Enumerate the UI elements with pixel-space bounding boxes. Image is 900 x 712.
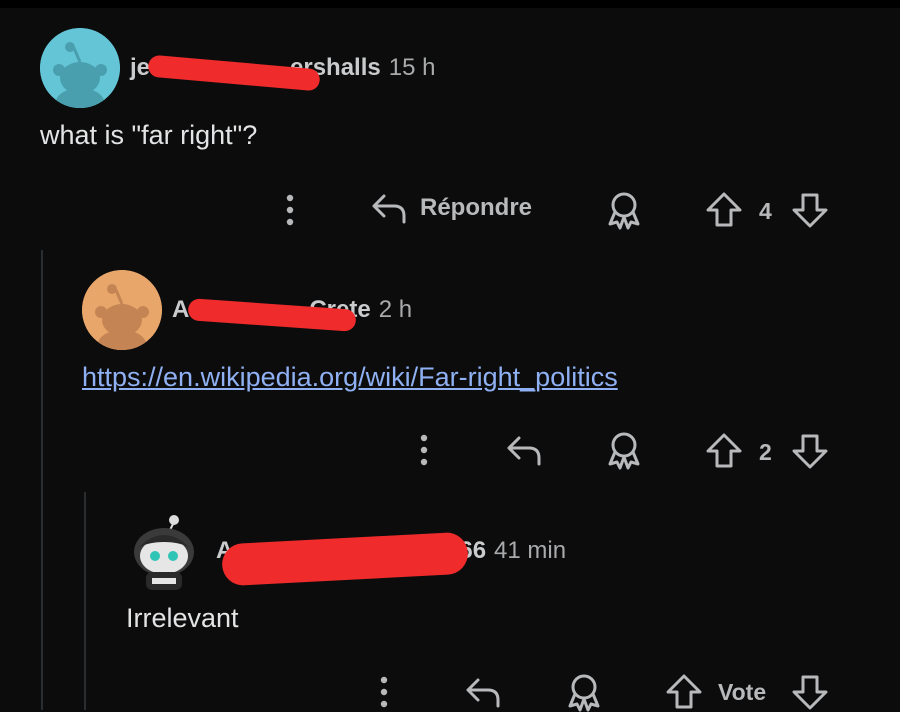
more-dots-icon xyxy=(420,434,428,466)
award-icon xyxy=(568,674,600,712)
wikipedia-link[interactable]: https://en.wikipedia.org/wiki/Far-right_… xyxy=(82,362,618,392)
timestamp: 2 h xyxy=(378,296,413,323)
downvote-icon xyxy=(792,675,828,710)
downvote-icon xyxy=(792,193,828,228)
reply-button[interactable] xyxy=(505,432,545,468)
thread-line-level-1[interactable] xyxy=(41,250,43,710)
upvote-icon xyxy=(706,192,742,227)
reply-arrow-icon xyxy=(466,678,500,708)
upvote-button[interactable] xyxy=(704,431,744,471)
award-button[interactable] xyxy=(604,190,644,230)
username[interactable]: je xyxy=(130,54,150,81)
comment-body: Irrelevant xyxy=(126,603,239,633)
reply-arrow-icon xyxy=(507,436,541,466)
award-button[interactable] xyxy=(564,672,604,712)
award-button[interactable] xyxy=(604,430,644,470)
upvote-icon xyxy=(666,674,702,709)
vote-count: 4 xyxy=(759,198,772,224)
vote-count: 2 xyxy=(759,439,772,465)
snoo-avatar-icon xyxy=(82,270,162,350)
more-options-button[interactable] xyxy=(374,674,394,710)
reply-button[interactable] xyxy=(464,674,504,710)
vote-label: Vote xyxy=(718,679,767,705)
username[interactable]: A xyxy=(172,296,189,323)
downvote-button[interactable] xyxy=(790,672,830,712)
reply-label: Répondre xyxy=(420,194,533,221)
more-options-button[interactable] xyxy=(414,432,434,468)
downvote-icon xyxy=(792,434,828,469)
snoo-avatar-icon xyxy=(40,28,120,108)
more-dots-icon xyxy=(380,676,388,708)
upvote-icon xyxy=(706,433,742,468)
award-icon xyxy=(608,192,640,230)
upvote-button[interactable] xyxy=(664,672,704,712)
more-dots-icon xyxy=(286,194,294,226)
award-icon xyxy=(608,432,640,470)
downvote-button[interactable] xyxy=(790,190,830,230)
more-options-button[interactable] xyxy=(280,192,300,228)
downvote-button[interactable] xyxy=(790,431,830,471)
timestamp: 41 min xyxy=(494,537,567,564)
timestamp: 15 h xyxy=(388,54,436,81)
comment-body: https://en.wikipedia.org/wiki/Far-right_… xyxy=(82,362,618,393)
snoo-avatar-icon xyxy=(134,515,194,590)
reply-button[interactable]: Répondre xyxy=(370,190,532,226)
avatar[interactable] xyxy=(124,512,204,592)
thread-line-level-2[interactable] xyxy=(84,492,86,710)
top-bar xyxy=(0,0,900,8)
avatar[interactable] xyxy=(40,28,120,108)
comment-body: what is "far right"? xyxy=(40,120,258,150)
avatar[interactable] xyxy=(82,270,162,350)
reply-arrow-icon xyxy=(372,194,406,224)
upvote-button[interactable] xyxy=(704,190,744,230)
